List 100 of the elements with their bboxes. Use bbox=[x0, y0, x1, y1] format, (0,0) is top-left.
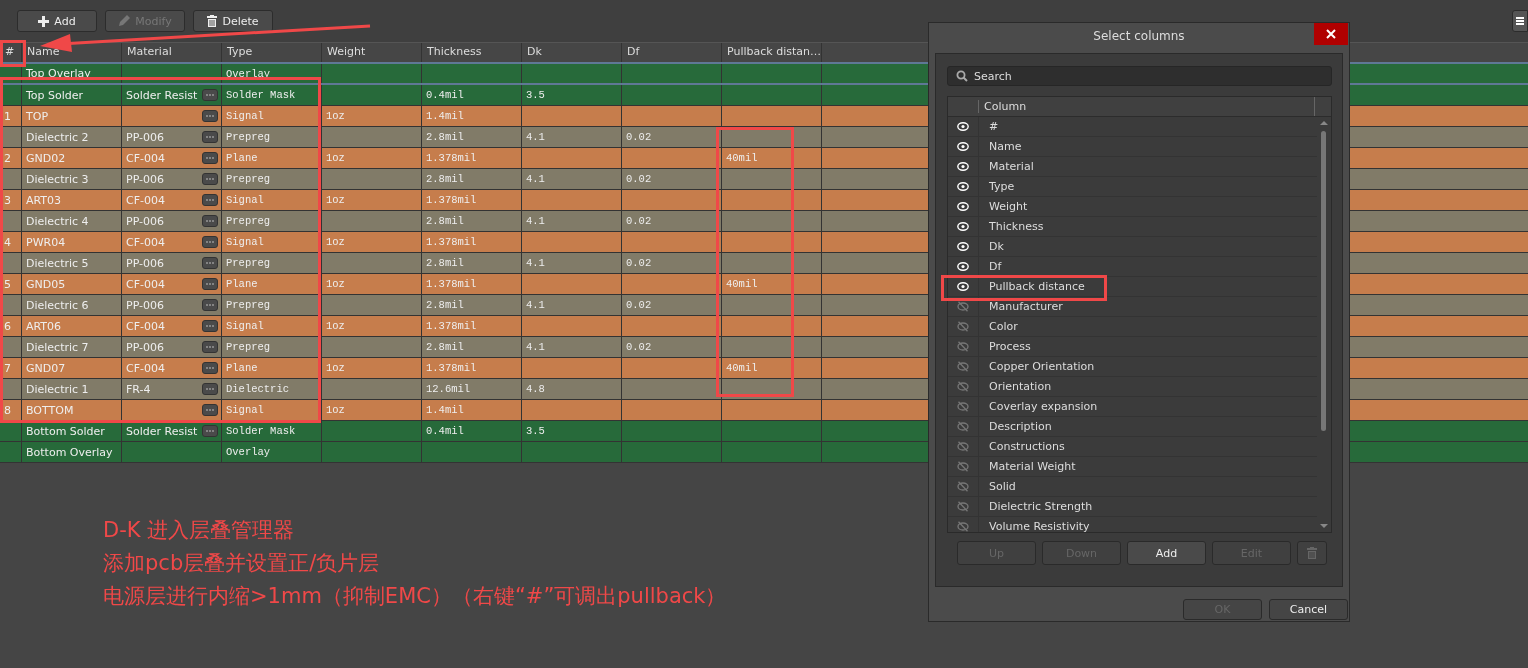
hidden-eye-icon[interactable] bbox=[957, 501, 969, 512]
table-cell: 0.4mil bbox=[426, 89, 464, 101]
annotation-box bbox=[0, 40, 26, 67]
table-cell: 3 bbox=[4, 193, 11, 207]
column-header[interactable]: Type bbox=[222, 43, 322, 62]
toolbar-button[interactable]: Add bbox=[17, 10, 97, 32]
pencil-icon bbox=[118, 15, 131, 27]
more-button[interactable] bbox=[202, 299, 218, 311]
column-header[interactable]: # bbox=[0, 43, 22, 62]
eye-icon[interactable] bbox=[957, 242, 969, 251]
table-cell: Prepreg bbox=[226, 173, 271, 185]
table-cell: 40mil bbox=[726, 362, 758, 374]
table-cell: 1oz bbox=[326, 404, 345, 416]
more-button[interactable] bbox=[202, 236, 218, 248]
search-field[interactable]: Search bbox=[947, 66, 1332, 86]
list-item[interactable]: Weight bbox=[989, 200, 1028, 213]
hidden-eye-icon[interactable] bbox=[957, 481, 969, 492]
list-item[interactable]: Dk bbox=[989, 240, 1004, 253]
more-button[interactable] bbox=[202, 257, 218, 269]
table-cell: CF-004 bbox=[126, 235, 165, 249]
hidden-eye-icon[interactable] bbox=[957, 421, 969, 432]
more-button[interactable] bbox=[202, 194, 218, 206]
table-cell: Signal bbox=[226, 110, 264, 122]
more-button[interactable] bbox=[202, 89, 218, 101]
column-header[interactable]: Thickness bbox=[422, 43, 522, 62]
table-cell: 0.4mil bbox=[426, 425, 464, 437]
more-button[interactable] bbox=[202, 131, 218, 143]
column-header[interactable]: Weight bbox=[322, 43, 422, 62]
table-cell: 1oz bbox=[326, 236, 345, 248]
list-item[interactable]: Process bbox=[989, 340, 1031, 353]
list-item[interactable]: Material bbox=[989, 160, 1034, 173]
list-item[interactable]: Volume Resistivity bbox=[989, 520, 1090, 532]
table-cell: 1.378mil bbox=[426, 194, 477, 206]
hidden-eye-icon[interactable] bbox=[957, 521, 969, 532]
more-button[interactable] bbox=[202, 425, 218, 437]
toolbar-button[interactable]: Delete bbox=[193, 10, 273, 32]
annotation-text: D-K 进入层叠管理器 bbox=[103, 517, 296, 544]
table-cell: CF-004 bbox=[126, 151, 165, 165]
more-button[interactable] bbox=[202, 341, 218, 353]
more-button[interactable] bbox=[202, 215, 218, 227]
table-cell: Prepreg bbox=[226, 299, 271, 311]
list-item[interactable]: Name bbox=[989, 140, 1022, 153]
column-header[interactable]: Df bbox=[622, 43, 722, 62]
more-button[interactable] bbox=[202, 110, 218, 122]
list-item[interactable]: Material Weight bbox=[989, 460, 1076, 473]
eye-icon[interactable] bbox=[957, 282, 969, 291]
table-cell: Solder Resist bbox=[126, 424, 198, 438]
table-cell: 12.6mil bbox=[426, 383, 471, 395]
more-button[interactable] bbox=[202, 383, 218, 395]
annotation-text: 电源层进行内缩>1mm（抑制EMC）（右键“#”可调出pullback） bbox=[103, 583, 727, 610]
dialog-button[interactable]: Cancel bbox=[1269, 599, 1348, 620]
hidden-eye-icon[interactable] bbox=[957, 341, 969, 352]
table-cell: Signal bbox=[226, 404, 264, 416]
more-button[interactable] bbox=[202, 362, 218, 374]
list-item[interactable]: Description bbox=[989, 420, 1052, 433]
table-cell: 4.1 bbox=[526, 341, 545, 353]
hidden-eye-icon[interactable] bbox=[957, 301, 969, 312]
table-cell: Dielectric bbox=[226, 383, 289, 395]
list-button[interactable]: Add bbox=[1127, 541, 1206, 565]
menu-button[interactable] bbox=[1512, 10, 1528, 32]
eye-icon[interactable] bbox=[957, 222, 969, 231]
more-button[interactable] bbox=[202, 173, 218, 185]
list-item[interactable]: Manufacturer bbox=[989, 300, 1063, 313]
hidden-eye-icon[interactable] bbox=[957, 381, 969, 392]
hidden-eye-icon[interactable] bbox=[957, 321, 969, 332]
list-item[interactable]: Pullback distance bbox=[989, 280, 1085, 293]
more-button[interactable] bbox=[202, 404, 218, 416]
column-header[interactable]: Dk bbox=[522, 43, 622, 62]
hidden-eye-icon[interactable] bbox=[957, 441, 969, 452]
eye-icon[interactable] bbox=[957, 122, 969, 131]
column-header[interactable]: Pullback distan… bbox=[722, 43, 822, 62]
list-item[interactable]: Coverlay expansion bbox=[989, 400, 1098, 413]
table-cell: 4.1 bbox=[526, 173, 545, 185]
eye-icon[interactable] bbox=[957, 202, 969, 211]
table-cell: Top Overlay bbox=[26, 67, 91, 80]
list-item[interactable]: Thickness bbox=[989, 220, 1044, 233]
close-icon bbox=[1326, 29, 1336, 39]
table-cell: Dielectric 2 bbox=[26, 130, 89, 144]
list-item[interactable]: Constructions bbox=[989, 440, 1065, 453]
eye-icon[interactable] bbox=[957, 182, 969, 191]
table-cell: Plane bbox=[226, 278, 258, 290]
more-button[interactable] bbox=[202, 152, 218, 164]
eye-icon[interactable] bbox=[957, 262, 969, 271]
hidden-eye-icon[interactable] bbox=[957, 401, 969, 412]
hidden-eye-icon[interactable] bbox=[957, 461, 969, 472]
close-button[interactable] bbox=[1314, 23, 1348, 45]
list-item[interactable]: Copper Orientation bbox=[989, 360, 1095, 373]
column-header[interactable]: Material bbox=[122, 43, 222, 62]
eye-icon[interactable] bbox=[957, 142, 969, 151]
more-button[interactable] bbox=[202, 278, 218, 290]
list-item[interactable]: Dielectric Strength bbox=[989, 500, 1093, 513]
more-button[interactable] bbox=[202, 320, 218, 332]
list-item[interactable]: Orientation bbox=[989, 380, 1052, 393]
list-item[interactable]: Df bbox=[989, 260, 1002, 273]
list-item[interactable]: Color bbox=[989, 320, 1018, 333]
hidden-eye-icon[interactable] bbox=[957, 361, 969, 372]
list-item[interactable]: Type bbox=[989, 180, 1015, 193]
eye-icon[interactable] bbox=[957, 162, 969, 171]
list-item[interactable]: # bbox=[989, 120, 999, 133]
list-item[interactable]: Solid bbox=[989, 480, 1016, 493]
